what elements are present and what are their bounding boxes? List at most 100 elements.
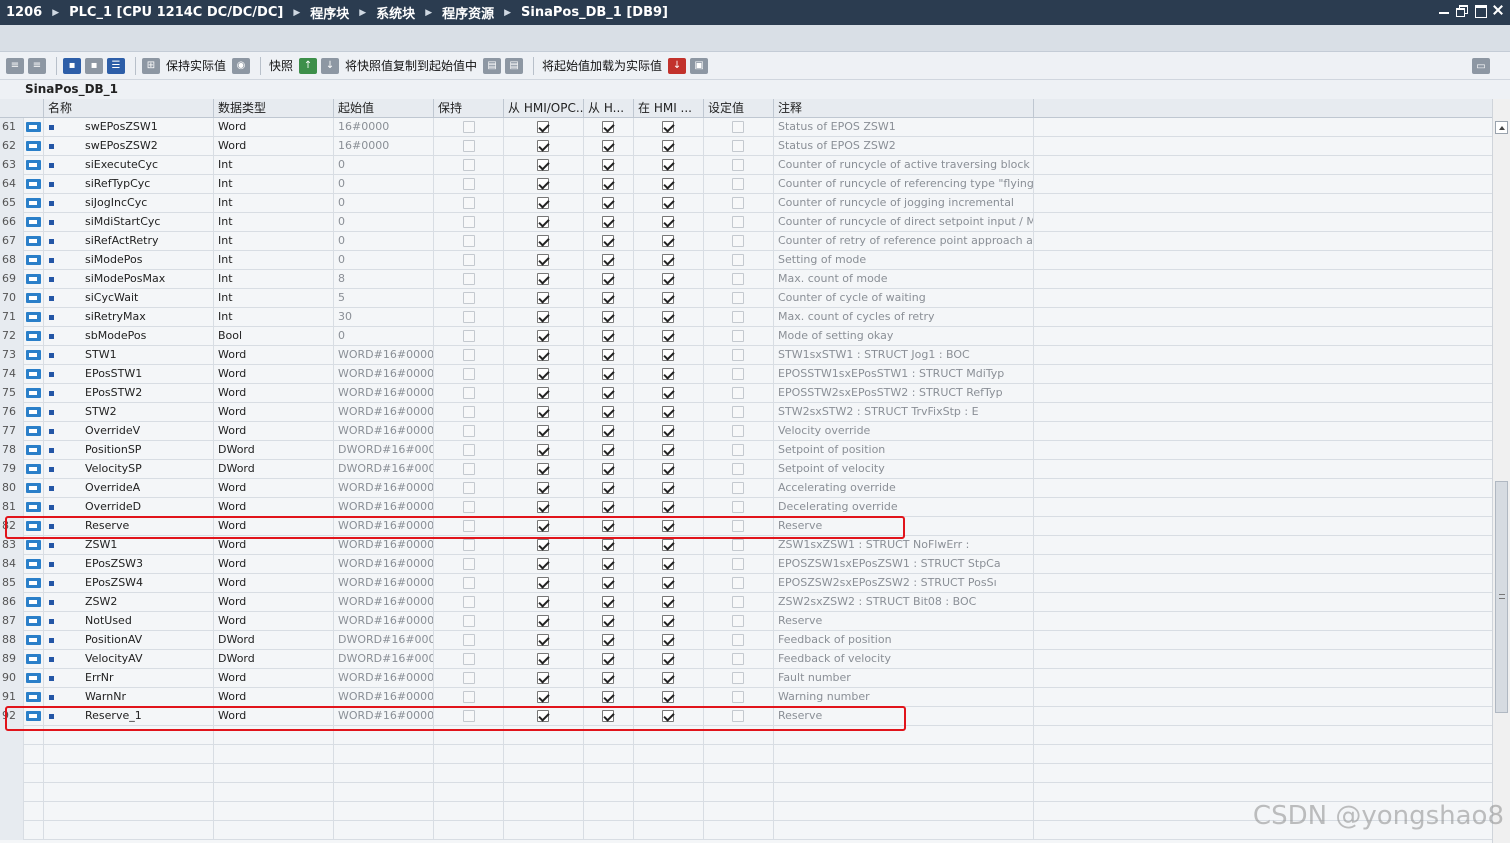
data-type[interactable]: Word bbox=[214, 346, 334, 365]
load-icon[interactable]: ▤ bbox=[483, 57, 502, 74]
table-row[interactable]: 64 siRefTypCyc Int 0 Counter of runcycle of … bbox=[0, 175, 1492, 194]
retain-icon[interactable]: ⊞ bbox=[142, 57, 160, 74]
hmi-h-checkbox[interactable] bbox=[602, 406, 614, 418]
hmi-opc-checkbox[interactable] bbox=[537, 254, 549, 266]
empty-row[interactable] bbox=[0, 764, 1492, 783]
hmi-h-checkbox[interactable] bbox=[602, 235, 614, 247]
copy-snapshot-to-start-button[interactable]: 将快照值复制到起始值中 bbox=[345, 57, 477, 74]
start-value[interactable]: WORD#16#0000 bbox=[334, 688, 434, 707]
hmi-opc-checkbox[interactable] bbox=[537, 444, 549, 456]
comment[interactable]: Counter of retry of reference point appr… bbox=[774, 232, 1034, 251]
start-value[interactable]: DWORD#16#0000 bbox=[334, 631, 434, 650]
table-row[interactable]: 80 OverrideA Word WORD#16#0000 Accelerating … bbox=[0, 479, 1492, 498]
start-value[interactable]: WORD#16#0000 bbox=[334, 612, 434, 631]
hmi-in-checkbox[interactable] bbox=[662, 140, 674, 152]
table-row[interactable]: 62 swEPosZSW2 Word 16#0000 Status of EPOS ZS… bbox=[0, 137, 1492, 156]
monitor-icon[interactable]: ▣ bbox=[690, 57, 709, 74]
comment[interactable]: Decelerating override bbox=[774, 498, 1034, 517]
table-row[interactable]: 81 OverrideD Word WORD#16#0000 Decelerating … bbox=[0, 498, 1492, 517]
start-value[interactable]: 0 bbox=[334, 251, 434, 270]
hmi-in-checkbox[interactable] bbox=[662, 653, 674, 665]
variable-name[interactable]: siModePos bbox=[44, 251, 214, 270]
table-row[interactable]: 66 siMdiStartCyc Int 0 Counter of runcycle o… bbox=[0, 213, 1492, 232]
table-row[interactable]: 85 EPosZSW4 Word WORD#16#0000 EPOSZSW2sxEPos… bbox=[0, 574, 1492, 593]
start-value[interactable]: 0 bbox=[334, 327, 434, 346]
table-row[interactable]: 74 EPosSTW1 Word WORD#16#0000 EPOSSTW1sxEPos… bbox=[0, 365, 1492, 384]
data-type[interactable]: Word bbox=[214, 593, 334, 612]
data-type[interactable]: Int bbox=[214, 175, 334, 194]
scroll-up-icon[interactable] bbox=[1495, 121, 1508, 134]
header-datatype[interactable]: 数据类型 bbox=[214, 99, 334, 118]
hmi-opc-checkbox[interactable] bbox=[537, 406, 549, 418]
variable-name[interactable]: EPosSTW1 bbox=[44, 365, 214, 384]
comment[interactable]: Counter of runcycle of referencing type … bbox=[774, 175, 1034, 194]
data-type[interactable]: Word bbox=[214, 403, 334, 422]
data-type[interactable]: Word bbox=[214, 118, 334, 137]
hmi-opc-checkbox[interactable] bbox=[537, 672, 549, 684]
table-row[interactable]: 87 NotUsed Word WORD#16#0000 Reserve bbox=[0, 612, 1492, 631]
hmi-h-checkbox[interactable] bbox=[602, 330, 614, 342]
variable-name[interactable]: OverrideD bbox=[44, 498, 214, 517]
hmi-opc-checkbox[interactable] bbox=[537, 311, 549, 323]
header-hmi-h[interactable]: 从 H... bbox=[584, 99, 634, 118]
scroll-thumb[interactable] bbox=[1495, 481, 1508, 713]
breadcrumb-db[interactable]: SinaPos_DB_1 [DB9] bbox=[521, 5, 668, 20]
hmi-opc-checkbox[interactable] bbox=[537, 558, 549, 570]
hmi-in-checkbox[interactable] bbox=[662, 159, 674, 171]
close-icon[interactable] bbox=[1492, 4, 1504, 16]
hmi-opc-checkbox[interactable] bbox=[537, 216, 549, 228]
comment[interactable]: EPOSZSW2sxEPosZSW2 : STRUCT PosSı bbox=[774, 574, 1034, 593]
variable-name[interactable]: WarnNr bbox=[44, 688, 214, 707]
table-row[interactable]: 68 siModePos Int 0 Setting of mode bbox=[0, 251, 1492, 270]
hmi-opc-checkbox[interactable] bbox=[537, 539, 549, 551]
header-hmi-opc[interactable]: 从 HMI/OPC... bbox=[504, 99, 584, 118]
variable-name[interactable]: siMdiStartCyc bbox=[44, 213, 214, 232]
hmi-in-checkbox[interactable] bbox=[662, 349, 674, 361]
hmi-h-checkbox[interactable] bbox=[602, 615, 614, 627]
hmi-opc-checkbox[interactable] bbox=[537, 140, 549, 152]
data-type[interactable]: Int bbox=[214, 194, 334, 213]
hmi-opc-checkbox[interactable] bbox=[537, 368, 549, 380]
comment[interactable]: STW1sxSTW1 : STRUCT Jog1 : BOC bbox=[774, 346, 1034, 365]
comment[interactable]: Mode of setting okay bbox=[774, 327, 1034, 346]
comment[interactable]: STW2sxSTW2 : STRUCT TrvFixStp : E bbox=[774, 403, 1034, 422]
comment[interactable]: EPOSSTW1sxEPosSTW1 : STRUCT MdiTyp bbox=[774, 365, 1034, 384]
data-type[interactable]: Word bbox=[214, 574, 334, 593]
comment[interactable]: EPOSSTW2sxEPosSTW2 : STRUCT RefTyp bbox=[774, 384, 1034, 403]
add-row-icon[interactable]: ≡ bbox=[28, 57, 46, 74]
start-value[interactable]: WORD#16#0000 bbox=[334, 669, 434, 688]
comment[interactable]: ZSW2sxZSW2 : STRUCT Bit08 : BOC bbox=[774, 593, 1034, 612]
hmi-h-checkbox[interactable] bbox=[602, 159, 614, 171]
hmi-opc-checkbox[interactable] bbox=[537, 596, 549, 608]
collapse-all-icon[interactable]: ▪ bbox=[85, 57, 103, 74]
hmi-in-checkbox[interactable] bbox=[662, 368, 674, 380]
hmi-opc-checkbox[interactable] bbox=[537, 425, 549, 437]
hmi-opc-checkbox[interactable] bbox=[537, 615, 549, 627]
data-type[interactable]: DWord bbox=[214, 441, 334, 460]
hmi-in-checkbox[interactable] bbox=[662, 539, 674, 551]
hmi-in-checkbox[interactable] bbox=[662, 596, 674, 608]
expand-all-icon[interactable]: ▪ bbox=[63, 57, 81, 74]
data-type[interactable]: DWord bbox=[214, 650, 334, 669]
table-row[interactable]: 79 VelocitySP DWord DWORD#16#0000 Setpoint o… bbox=[0, 460, 1492, 479]
hmi-in-checkbox[interactable] bbox=[662, 406, 674, 418]
hmi-h-checkbox[interactable] bbox=[602, 463, 614, 475]
comment[interactable]: Fault number bbox=[774, 669, 1034, 688]
comment[interactable]: Status of EPOS ZSW2 bbox=[774, 137, 1034, 156]
table-row[interactable]: 88 PositionAV DWord DWORD#16#0000 Feedback o… bbox=[0, 631, 1492, 650]
start-value[interactable]: WORD#16#0000 bbox=[334, 384, 434, 403]
data-type[interactable]: Word bbox=[214, 669, 334, 688]
header-comment[interactable]: 注释 bbox=[774, 99, 1034, 118]
hmi-opc-checkbox[interactable] bbox=[537, 178, 549, 190]
download-icon[interactable]: ↓ bbox=[668, 57, 687, 74]
hmi-h-checkbox[interactable] bbox=[602, 425, 614, 437]
hmi-in-checkbox[interactable] bbox=[662, 235, 674, 247]
hmi-h-checkbox[interactable] bbox=[602, 444, 614, 456]
variable-name[interactable]: siExecuteCyc bbox=[44, 156, 214, 175]
variable-name[interactable]: ErrNr bbox=[44, 669, 214, 688]
comment[interactable]: Setpoint of velocity bbox=[774, 460, 1034, 479]
hmi-h-checkbox[interactable] bbox=[602, 634, 614, 646]
start-value[interactable]: 5 bbox=[334, 289, 434, 308]
variable-name[interactable]: STW2 bbox=[44, 403, 214, 422]
start-value[interactable]: WORD#16#0000 bbox=[334, 479, 434, 498]
